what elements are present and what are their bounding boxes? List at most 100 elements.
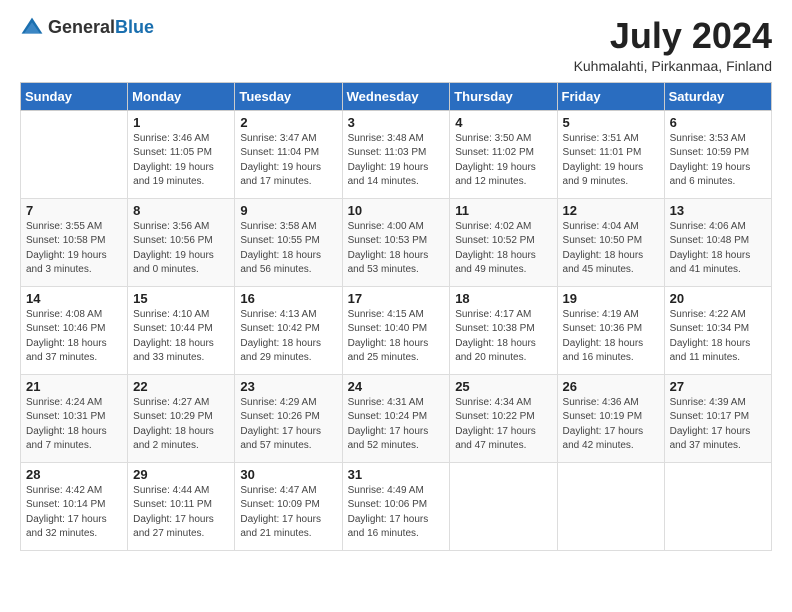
day-info: Sunrise: 4:22 AMSunset: 10:34 PMDaylight…: [670, 308, 766, 366]
calendar-cell: 11 Sunrise: 4:02 AMSunset: 10:52 PMDaylig…: [450, 198, 557, 286]
day-number: 19: [563, 291, 659, 306]
calendar-cell: 26Sunrise: 4:36 AMSunset: 10:19 PMDaylig…: [557, 374, 664, 462]
calendar-cell: 14 Sunrise: 4:08 AMSunset: 10:46 PMDaylig…: [21, 286, 128, 374]
day-info: Sunrise: 3:48 AMSunset: 11:03 PMDaylight…: [348, 132, 445, 190]
column-header-tuesday: Tuesday: [235, 82, 342, 110]
column-header-thursday: Thursday: [450, 82, 557, 110]
day-info: Sunrise: 3:58 AMSunset: 10:55 PMDaylight…: [240, 220, 336, 278]
week-row-1: 1 Sunrise: 3:46 AMSunset: 11:05 PMDayligh…: [21, 110, 772, 198]
column-header-friday: Friday: [557, 82, 664, 110]
day-info: Sunrise: 3:50 AMSunset: 11:02 PMDaylight…: [455, 132, 551, 190]
calendar-cell: 21 Sunrise: 4:24 AMSunset: 10:31 PMDaylig…: [21, 374, 128, 462]
calendar-cell: 8Sunrise: 3:56 AMSunset: 10:56 PMDayligh…: [128, 198, 235, 286]
day-info: Sunrise: 4:42 AMSunset: 10:14 PMDaylight…: [26, 484, 122, 542]
day-number: 21: [26, 379, 122, 394]
week-row-2: 7Sunrise: 3:55 AMSunset: 10:58 PMDayligh…: [21, 198, 772, 286]
day-info: Sunrise: 4:29 AMSunset: 10:26 PMDaylight…: [240, 396, 336, 454]
day-number: 16: [240, 291, 336, 306]
calendar-cell: 27 Sunrise: 4:39 AMSunset: 10:17 PMDaylig…: [664, 374, 771, 462]
day-number: 11: [455, 203, 551, 218]
calendar-cell: [21, 110, 128, 198]
day-number: 29: [133, 467, 229, 482]
calendar-cell: 29Sunrise: 4:44 AMSunset: 10:11 PMDaylig…: [128, 462, 235, 550]
day-number: 8: [133, 203, 229, 218]
day-info: Sunrise: 4:02 AMSunset: 10:52 PMDaylight…: [455, 220, 551, 278]
calendar-cell: 30 Sunrise: 4:47 AMSunset: 10:09 PMDaylig…: [235, 462, 342, 550]
logo-general-text: General: [48, 17, 115, 37]
calendar-cell: 5 Sunrise: 3:51 AMSunset: 11:01 PMDayligh…: [557, 110, 664, 198]
day-number: 12: [563, 203, 659, 218]
day-number: 31: [348, 467, 445, 482]
calendar-cell: 16 Sunrise: 4:13 AMSunset: 10:42 PMDaylig…: [235, 286, 342, 374]
calendar-cell: 22Sunrise: 4:27 AMSunset: 10:29 PMDaylig…: [128, 374, 235, 462]
logo: GeneralBlue: [20, 16, 154, 40]
day-number: 5: [563, 115, 659, 130]
day-number: 17: [348, 291, 445, 306]
day-number: 9: [240, 203, 336, 218]
day-info: Sunrise: 4:06 AMSunset: 10:48 PMDaylight…: [670, 220, 766, 278]
calendar-cell: 31Sunrise: 4:49 AMSunset: 10:06 PMDaylig…: [342, 462, 450, 550]
week-row-5: 28 Sunrise: 4:42 AMSunset: 10:14 PMDaylig…: [21, 462, 772, 550]
logo-blue-text: Blue: [115, 17, 154, 37]
day-number: 20: [670, 291, 766, 306]
day-number: 18: [455, 291, 551, 306]
day-info: Sunrise: 4:15 AMSunset: 10:40 PMDaylight…: [348, 308, 445, 366]
day-info: Sunrise: 4:10 AMSunset: 10:44 PMDaylight…: [133, 308, 229, 366]
week-row-3: 14 Sunrise: 4:08 AMSunset: 10:46 PMDaylig…: [21, 286, 772, 374]
day-info: Sunrise: 4:08 AMSunset: 10:46 PMDaylight…: [26, 308, 122, 366]
day-info: Sunrise: 4:47 AMSunset: 10:09 PMDaylight…: [240, 484, 336, 542]
calendar-cell: [557, 462, 664, 550]
day-info: Sunrise: 4:13 AMSunset: 10:42 PMDaylight…: [240, 308, 336, 366]
day-number: 25: [455, 379, 551, 394]
column-header-saturday: Saturday: [664, 82, 771, 110]
calendar-cell: 19Sunrise: 4:19 AMSunset: 10:36 PMDaylig…: [557, 286, 664, 374]
day-number: 14: [26, 291, 122, 306]
day-info: Sunrise: 4:17 AMSunset: 10:38 PMDaylight…: [455, 308, 551, 366]
calendar-cell: 12Sunrise: 4:04 AMSunset: 10:50 PMDaylig…: [557, 198, 664, 286]
calendar-table: SundayMondayTuesdayWednesdayThursdayFrid…: [20, 82, 772, 551]
calendar-cell: 1 Sunrise: 3:46 AMSunset: 11:05 PMDayligh…: [128, 110, 235, 198]
day-number: 27: [670, 379, 766, 394]
calendar-cell: 15 Sunrise: 4:10 AMSunset: 10:44 PMDaylig…: [128, 286, 235, 374]
calendar-cell: 23 Sunrise: 4:29 AMSunset: 10:26 PMDaylig…: [235, 374, 342, 462]
day-info: Sunrise: 3:55 AMSunset: 10:58 PMDaylight…: [26, 220, 122, 278]
calendar-cell: 7Sunrise: 3:55 AMSunset: 10:58 PMDayligh…: [21, 198, 128, 286]
calendar-cell: [450, 462, 557, 550]
day-number: 13: [670, 203, 766, 218]
day-info: Sunrise: 4:24 AMSunset: 10:31 PMDaylight…: [26, 396, 122, 454]
day-number: 10: [348, 203, 445, 218]
day-number: 23: [240, 379, 336, 394]
calendar-cell: 24Sunrise: 4:31 AMSunset: 10:24 PMDaylig…: [342, 374, 450, 462]
day-info: Sunrise: 4:34 AMSunset: 10:22 PMDaylight…: [455, 396, 551, 454]
day-info: Sunrise: 4:27 AMSunset: 10:29 PMDaylight…: [133, 396, 229, 454]
day-info: Sunrise: 3:53 AMSunset: 10:59 PMDaylight…: [670, 132, 766, 190]
day-number: 30: [240, 467, 336, 482]
calendar-cell: 10 Sunrise: 4:00 AMSunset: 10:53 PMDaylig…: [342, 198, 450, 286]
logo-icon: [20, 16, 44, 40]
calendar-cell: 4 Sunrise: 3:50 AMSunset: 11:02 PMDayligh…: [450, 110, 557, 198]
calendar-cell: 20 Sunrise: 4:22 AMSunset: 10:34 PMDaylig…: [664, 286, 771, 374]
calendar-cell: 18 Sunrise: 4:17 AMSunset: 10:38 PMDaylig…: [450, 286, 557, 374]
calendar-cell: 9 Sunrise: 3:58 AMSunset: 10:55 PMDayligh…: [235, 198, 342, 286]
location-text: Kuhmalahti, Pirkanmaa, Finland: [574, 58, 772, 74]
day-info: Sunrise: 3:51 AMSunset: 11:01 PMDaylight…: [563, 132, 659, 190]
day-number: 4: [455, 115, 551, 130]
week-row-4: 21 Sunrise: 4:24 AMSunset: 10:31 PMDaylig…: [21, 374, 772, 462]
page-header: GeneralBlue July 2024 Kuhmalahti, Pirkan…: [20, 16, 772, 74]
title-block: July 2024 Kuhmalahti, Pirkanmaa, Finland: [574, 16, 772, 74]
day-info: Sunrise: 4:39 AMSunset: 10:17 PMDaylight…: [670, 396, 766, 454]
day-number: 1: [133, 115, 229, 130]
column-header-monday: Monday: [128, 82, 235, 110]
calendar-cell: 3 Sunrise: 3:48 AMSunset: 11:03 PMDayligh…: [342, 110, 450, 198]
month-title: July 2024: [574, 16, 772, 56]
day-number: 15: [133, 291, 229, 306]
day-info: Sunrise: 4:36 AMSunset: 10:19 PMDaylight…: [563, 396, 659, 454]
day-info: Sunrise: 4:00 AMSunset: 10:53 PMDaylight…: [348, 220, 445, 278]
day-info: Sunrise: 3:46 AMSunset: 11:05 PMDaylight…: [133, 132, 229, 190]
day-number: 3: [348, 115, 445, 130]
calendar-cell: 25 Sunrise: 4:34 AMSunset: 10:22 PMDaylig…: [450, 374, 557, 462]
day-number: 2: [240, 115, 336, 130]
day-number: 28: [26, 467, 122, 482]
calendar-cell: 28 Sunrise: 4:42 AMSunset: 10:14 PMDaylig…: [21, 462, 128, 550]
calendar-header-row: SundayMondayTuesdayWednesdayThursdayFrid…: [21, 82, 772, 110]
